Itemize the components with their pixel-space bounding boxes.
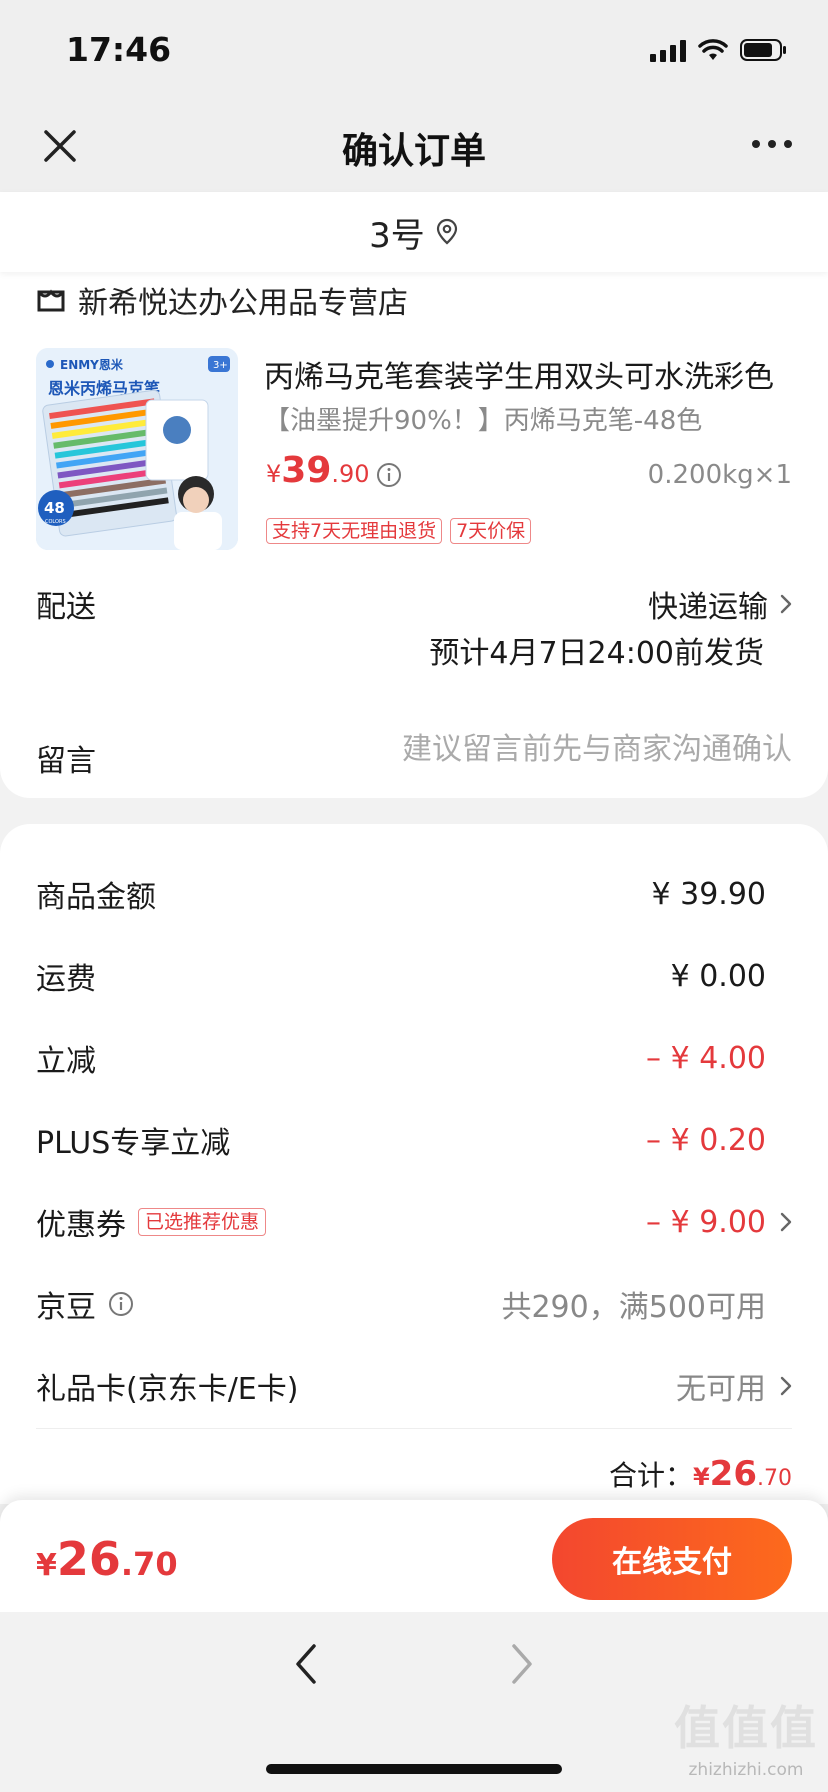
- status-bar: 17:46: [0, 0, 828, 100]
- status-icons: [650, 38, 788, 62]
- coupon-label: 优惠券: [36, 1208, 126, 1243]
- discount-label: 立减: [36, 1044, 96, 1079]
- shop-icon: [37, 289, 65, 312]
- watermark-url: zhizhizhi.com: [688, 1760, 804, 1780]
- shop-row[interactable]: 新希悦达办公用品专营店: [36, 272, 408, 328]
- coupon-badge: 已选推荐优惠: [138, 1208, 267, 1236]
- subtotal-label: 合计：: [608, 1459, 693, 1492]
- tag-return-policy: 支持7天无理由退货: [266, 518, 443, 544]
- address-text: 3号: [369, 215, 425, 256]
- delivery-method-text: 快递运输: [648, 590, 768, 625]
- product-weight: 0.200kg×1: [647, 460, 792, 490]
- price-summary-card: 商品金额 ¥ 39.90 运费 ¥ 0.00 立减 – ¥ 4.00 PLUS专…: [0, 824, 828, 1504]
- pay-total-integer: 26: [56, 1532, 121, 1586]
- plus-discount-value: – ¥ 0.20: [646, 1122, 766, 1158]
- coupon-label-group: 优惠券 已选推荐优惠: [36, 1200, 267, 1244]
- gift-card-value-group: 无可用: [676, 1364, 792, 1408]
- info-icon[interactable]: [108, 1291, 134, 1317]
- coupon-value-group: – ¥ 9.00: [646, 1205, 792, 1240]
- pay-online-button[interactable]: 在线支付: [552, 1518, 792, 1600]
- coupon-value: – ¥ 9.00: [646, 1204, 766, 1240]
- gift-card-row[interactable]: 礼品卡(京东卡/E卡) 无可用: [36, 1364, 792, 1408]
- gift-card-label: 礼品卡(京东卡/E卡): [36, 1372, 299, 1407]
- browser-toolbar: 值值值 zhizhizhi.com: [0, 1612, 828, 1792]
- nav-bar: 确认订单: [0, 100, 828, 192]
- svg-text:COLORS: COLORS: [45, 519, 66, 525]
- subtotal-decimal: .70: [757, 1466, 792, 1491]
- chevron-right-icon: [780, 1376, 792, 1396]
- home-indicator[interactable]: [266, 1764, 562, 1774]
- product-price: ¥ 39 .90: [266, 450, 370, 491]
- svg-text:ENMY恩米: ENMY恩米: [60, 357, 124, 372]
- service-tags: 支持7天无理由退货 7天价保: [266, 518, 532, 544]
- cellular-signal-icon: [650, 38, 686, 62]
- product-price-integer: 39: [281, 450, 332, 491]
- svg-text:3+: 3+: [213, 360, 228, 371]
- plus-discount-label: PLUS专享立减: [36, 1126, 231, 1161]
- delivery-method[interactable]: 快递运输: [648, 582, 792, 626]
- product-title[interactable]: 丙烯马克笔套装学生用双头可水洗彩色: [264, 352, 794, 396]
- status-time: 17:46: [66, 30, 172, 69]
- plus-discount-row: PLUS专享立减 – ¥ 0.20: [36, 1120, 792, 1162]
- chevron-right-icon: [780, 594, 792, 614]
- jingdou-label: 京豆: [36, 1290, 96, 1325]
- subtotal: 合计： ¥ 26 .70: [609, 1454, 792, 1494]
- pay-bar: ¥ 26 .70 在线支付: [0, 1500, 828, 1612]
- divider: [36, 1428, 792, 1429]
- product-spec: 【油墨提升90%！】丙烯马克笔-48色: [264, 406, 703, 436]
- watermark-logo: 值值值: [674, 1701, 818, 1755]
- location-pin-icon: [436, 218, 457, 245]
- product-image-art: ENMY恩米 3+ 恩米丙烯马克笔 48 COLORS: [36, 348, 238, 550]
- message-label: 留言: [36, 744, 96, 779]
- shipping-row: 运费 ¥ 0.00: [36, 956, 792, 998]
- tag-price-protection: 7天价保: [450, 518, 532, 544]
- jingdou-label-group: 京豆: [36, 1282, 134, 1326]
- discount-value: – ¥ 4.00: [646, 1040, 766, 1076]
- shipping-label: 运费: [36, 962, 96, 997]
- subtotal-integer: 26: [709, 1454, 757, 1494]
- gift-card-value: 无可用: [676, 1372, 766, 1407]
- shop-name: 新希悦达办公用品专营店: [78, 286, 408, 321]
- forward-arrow-icon[interactable]: [506, 1642, 538, 1686]
- info-icon[interactable]: [376, 462, 402, 488]
- more-icon[interactable]: [752, 140, 792, 148]
- discount-row: 立减 – ¥ 4.00: [36, 1038, 792, 1080]
- product-price-currency: ¥: [266, 460, 282, 488]
- battery-icon: [740, 39, 786, 61]
- goods-amount-label: 商品金额: [36, 880, 156, 915]
- delivery-label: 配送: [36, 590, 96, 625]
- address-bar[interactable]: 3号: [0, 192, 828, 272]
- pay-total: ¥ 26 .70: [36, 1532, 178, 1586]
- back-arrow-icon[interactable]: [290, 1642, 322, 1686]
- jingdou-value: 共290，满500可用: [501, 1290, 766, 1325]
- jingdou-row: 京豆 共290，满500可用: [36, 1282, 792, 1326]
- wifi-icon: [698, 39, 728, 60]
- message-input[interactable]: [312, 732, 792, 767]
- product-image[interactable]: ENMY恩米 3+ 恩米丙烯马克笔 48 COLORS: [36, 348, 238, 550]
- subtotal-currency: ¥: [692, 1463, 710, 1491]
- pay-total-decimal: .70: [120, 1545, 178, 1583]
- product-price-decimal: .90: [331, 460, 370, 488]
- chevron-right-icon: [780, 1212, 792, 1232]
- order-card: 新希悦达办公用品专营店 ENMY恩米 3+ 恩米丙烯马克笔 48 COLORS …: [0, 272, 828, 798]
- page-title: 确认订单: [341, 131, 486, 172]
- delivery-eta: 预计4月7日24:00前发货: [429, 636, 764, 671]
- goods-amount-row: 商品金额 ¥ 39.90: [36, 874, 792, 916]
- pay-total-currency: ¥: [36, 1548, 57, 1583]
- shipping-value: ¥ 0.00: [670, 958, 766, 994]
- coupon-row[interactable]: 优惠券 已选推荐优惠 – ¥ 9.00: [36, 1200, 792, 1244]
- svg-text:48: 48: [44, 499, 65, 517]
- watermark: 值值值 zhizhizhi.com: [674, 1692, 818, 1780]
- goods-amount-value: ¥ 39.90: [651, 876, 766, 912]
